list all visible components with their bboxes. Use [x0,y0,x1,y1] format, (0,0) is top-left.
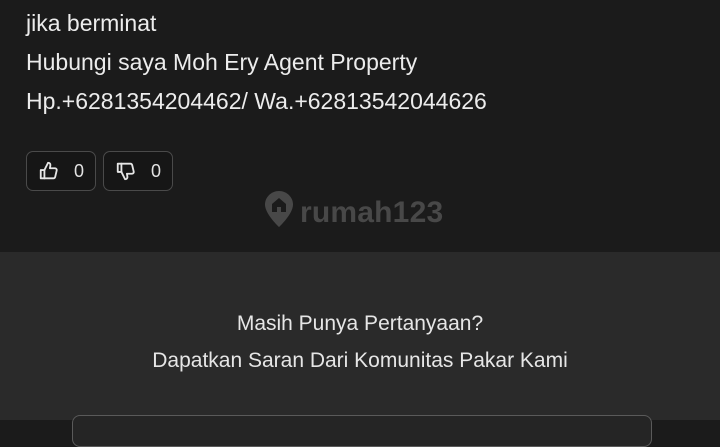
dislike-button[interactable]: 0 [103,151,173,191]
watermark-text: rumah123 [300,196,444,229]
answer-card: jika berminat Hubungi saya Moh Ery Agent… [0,0,720,252]
thumbs-down-icon [115,160,137,182]
answer-line: Hp.+6281354204462/ Wa.+62813542044626 [26,88,487,114]
answer-text: jika berminat Hubungi saya Moh Ery Agent… [26,4,487,121]
answer-line: Hubungi saya Moh Ery Agent Property [26,49,418,75]
like-button[interactable]: 0 [26,151,96,191]
cta-question: Masih Punya Pertanyaan? [236,312,484,335]
answer-line: jika berminat [26,10,157,36]
thumbs-up-icon [38,160,60,182]
vote-bar: 0 0 [26,151,173,191]
location-pin-icon [264,190,294,236]
cta-section: Masih Punya Pertanyaan? Dapatkan Saran D… [0,252,720,447]
dislike-count: 0 [150,160,161,181]
watermark: rumah123 [264,190,443,236]
like-count: 0 [73,160,84,181]
cta-subtitle: Dapatkan Saran Dari Komunitas Pakar Kami [152,349,568,372]
